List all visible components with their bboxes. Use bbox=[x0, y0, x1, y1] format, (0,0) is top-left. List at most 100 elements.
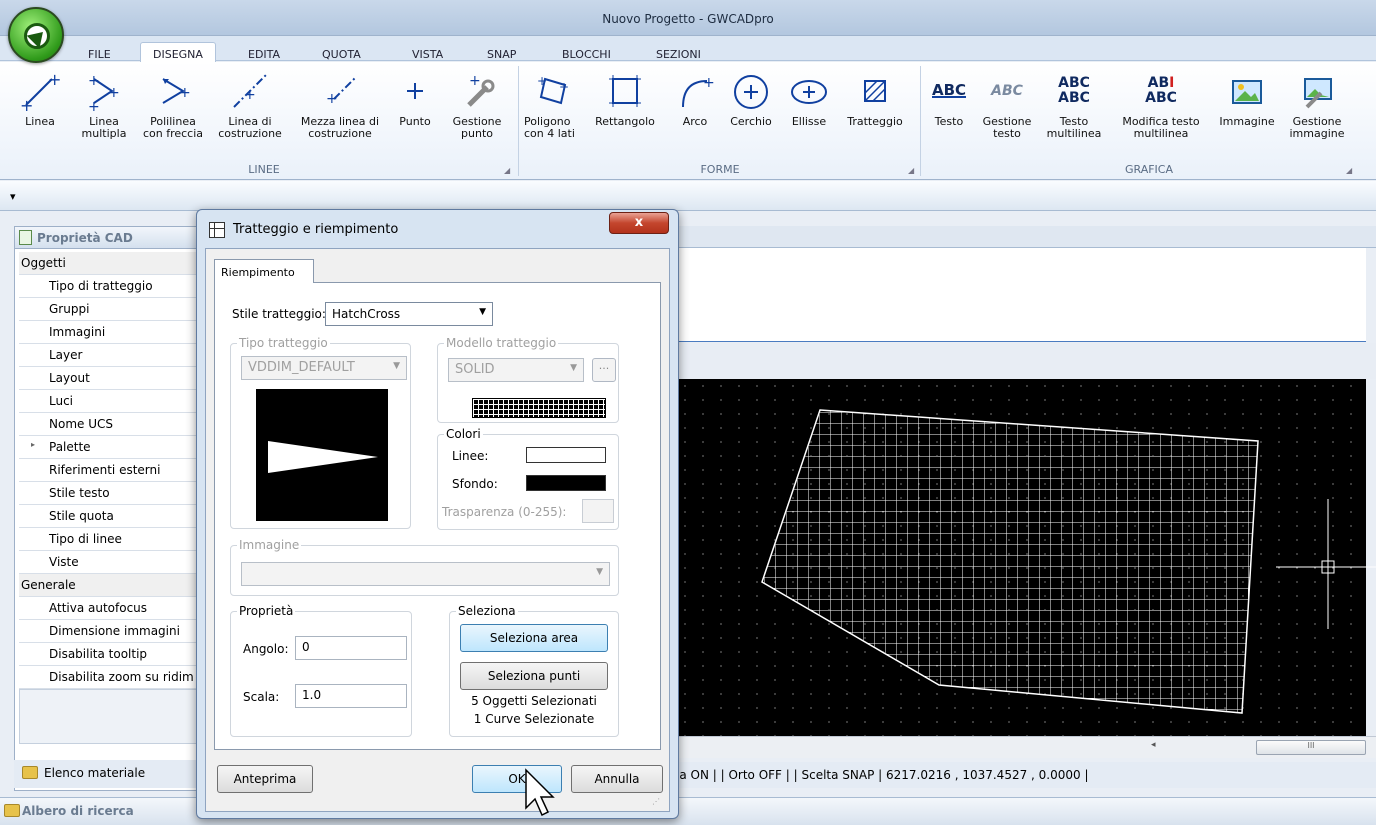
ellisse-button[interactable]: Ellisse bbox=[784, 70, 834, 128]
grafica-launcher-icon[interactable]: ◢ bbox=[1346, 166, 1352, 175]
horizontal-scrollbar[interactable]: ◂ III bbox=[676, 736, 1376, 758]
polilinea-freccia-label: Polilinea con freccia bbox=[142, 115, 204, 140]
tratteggio-button[interactable]: Tratteggio bbox=[840, 70, 910, 128]
close-button[interactable]: x bbox=[609, 212, 669, 234]
linea-multipla-button[interactable]: + + + Linea multipla bbox=[76, 70, 132, 140]
modello-tratteggio-select[interactable]: SOLID ▼ bbox=[448, 358, 584, 382]
annulla-button[interactable]: Annulla bbox=[571, 765, 663, 793]
immagine-select[interactable]: ▼ bbox=[241, 562, 610, 586]
trasparenza-label: Trasparenza (0-255): bbox=[442, 505, 567, 519]
sfondo-label: Sfondo: bbox=[452, 477, 498, 491]
ruler-band bbox=[676, 343, 1376, 379]
tab-file[interactable]: FILE bbox=[88, 48, 111, 61]
forme-launcher-icon[interactable]: ◢ bbox=[908, 166, 914, 175]
stile-tratteggio-select[interactable]: HatchCross ▼ bbox=[325, 302, 493, 326]
hatch-fill-dialog: Tratteggio e riempimento x Riempimento S… bbox=[196, 209, 679, 819]
gestione-punto-button[interactable]: + Gestione punto bbox=[446, 70, 508, 140]
stile-label: Stile tratteggio: bbox=[232, 307, 326, 321]
property-item[interactable]: Layer bbox=[19, 344, 203, 367]
property-item[interactable]: Disabilita zoom su ridim bbox=[19, 666, 203, 689]
tab-riempimento[interactable]: Riempimento bbox=[214, 259, 314, 283]
cad-drawing-canvas[interactable] bbox=[676, 379, 1376, 736]
modifica-testo-button[interactable]: ABI ABC Modifica testo multilinea bbox=[1112, 70, 1210, 140]
testo-button[interactable]: ABC Testo bbox=[926, 70, 972, 128]
arc-icon: + bbox=[670, 70, 720, 112]
property-item[interactable]: Tipo di linee bbox=[19, 528, 203, 551]
scroll-left-icon[interactable]: ◂ bbox=[1151, 740, 1156, 750]
punto-button[interactable]: Punto bbox=[394, 70, 436, 128]
property-item[interactable]: Palette ▸ bbox=[19, 436, 203, 459]
property-item[interactable]: Layout bbox=[19, 367, 203, 390]
seleziona-punti-button[interactable]: Seleziona punti bbox=[460, 662, 608, 690]
scala-input[interactable]: 1.0 bbox=[295, 684, 407, 708]
scroll-thumb[interactable]: III bbox=[1256, 740, 1366, 755]
sfondo-color-swatch[interactable] bbox=[526, 475, 606, 491]
property-category[interactable]: Generale bbox=[19, 574, 203, 597]
linee-color-swatch[interactable] bbox=[526, 447, 606, 463]
property-item[interactable]: Luci bbox=[19, 390, 203, 413]
modello-tratteggio-group: Modello tratteggio SOLID ▼ ... bbox=[437, 336, 619, 423]
svg-text:+: + bbox=[48, 71, 60, 89]
scala-label: Scala: bbox=[243, 690, 280, 704]
anteprima-button[interactable]: Anteprima bbox=[217, 765, 313, 793]
property-item[interactable]: Nome UCS bbox=[19, 413, 203, 436]
half-line-icon: + bbox=[294, 70, 386, 112]
property-item[interactable]: Viste bbox=[19, 551, 203, 574]
property-item[interactable]: Immagini bbox=[19, 321, 203, 344]
svg-text:+: + bbox=[244, 87, 256, 103]
gestione-testo-button[interactable]: ABC Gestione testo bbox=[978, 70, 1036, 140]
tab-quota[interactable]: QUOTA bbox=[322, 48, 361, 61]
tipo-tratteggio-select[interactable]: VDDIM_DEFAULT ▼ bbox=[241, 356, 407, 380]
property-item[interactable]: Stile quota bbox=[19, 505, 203, 528]
poligono-button[interactable]: + + Poligono con 4 lati bbox=[524, 70, 582, 140]
tab-blocchi[interactable]: BLOCCHI bbox=[562, 48, 611, 61]
property-item[interactable]: Tipo di tratteggio bbox=[19, 275, 203, 298]
linee-launcher-icon[interactable]: ◢ bbox=[504, 166, 510, 175]
property-item[interactable]: Disabilita tooltip bbox=[19, 643, 203, 666]
material-label: Elenco materiale bbox=[44, 766, 146, 780]
immagine-button[interactable]: Immagine bbox=[1216, 70, 1278, 128]
arrow-preview-icon bbox=[268, 441, 378, 473]
angolo-input[interactable]: 0 bbox=[295, 636, 407, 660]
hatch-icon bbox=[840, 70, 910, 112]
command-area[interactable] bbox=[676, 248, 1366, 342]
property-item[interactable]: Stile testo bbox=[19, 482, 203, 505]
tab-disegna[interactable]: DISEGNA bbox=[140, 42, 216, 63]
linea-button[interactable]: + + Linea bbox=[18, 70, 62, 128]
tab-edita[interactable]: EDITA bbox=[248, 48, 280, 61]
property-item[interactable]: Attiva autofocus bbox=[19, 597, 203, 620]
chevron-down-icon: ▼ bbox=[393, 361, 400, 371]
dialog-body: Riempimento Stile tratteggio: HatchCross… bbox=[205, 248, 670, 812]
abc-glyph: ABC bbox=[991, 83, 1023, 99]
multiline-text-icon: ABC ABC bbox=[1044, 70, 1104, 112]
ab-glyph: ABI bbox=[1147, 75, 1175, 91]
property-item[interactable]: Gruppi bbox=[19, 298, 203, 321]
property-category[interactable]: Oggetti bbox=[19, 252, 203, 275]
rettangolo-button[interactable]: Rettangolo bbox=[590, 70, 660, 128]
linea-costruzione-button[interactable]: + Linea di costruzione bbox=[214, 70, 286, 140]
arco-button[interactable]: + Arco bbox=[670, 70, 720, 128]
polilinea-freccia-button[interactable]: + Polilinea con freccia bbox=[138, 70, 208, 140]
mezza-linea-button[interactable]: + Mezza linea di costruzione bbox=[294, 70, 386, 140]
trasparenza-input[interactable] bbox=[582, 499, 614, 523]
app-menu-button[interactable] bbox=[8, 7, 64, 63]
testo-multilinea-button[interactable]: ABC ABC Testo multilinea bbox=[1044, 70, 1104, 140]
tab-snap[interactable]: SNAP bbox=[487, 48, 516, 61]
expand-icon[interactable]: ▸ bbox=[31, 440, 35, 449]
modello-browse-button[interactable]: ... bbox=[592, 358, 616, 382]
quick-access-dropdown-icon[interactable]: ▾ bbox=[10, 190, 16, 203]
hatched-shape[interactable] bbox=[676, 379, 1366, 736]
seleziona-area-button[interactable]: Seleziona area bbox=[460, 624, 608, 652]
tab-vista[interactable]: VISTA bbox=[412, 48, 443, 61]
cerchio-button[interactable]: Cerchio bbox=[726, 70, 776, 128]
rectangle-icon bbox=[590, 70, 660, 112]
tratteggio-label: Tratteggio bbox=[847, 115, 903, 128]
resize-grip-icon[interactable]: ⋰ bbox=[652, 797, 660, 806]
gestione-immagine-button[interactable]: Gestione immagine bbox=[1284, 70, 1350, 140]
linea-multipla-label: Linea multipla bbox=[81, 115, 127, 140]
gestione-immagine-label: Gestione immagine bbox=[1289, 115, 1345, 140]
property-item[interactable]: Riferimenti esterni bbox=[19, 459, 203, 482]
tab-sezioni[interactable]: SEZIONI bbox=[656, 48, 701, 61]
material-tab[interactable]: Elenco materiale bbox=[14, 760, 204, 788]
property-item[interactable]: Dimensione immagini bbox=[19, 620, 203, 643]
